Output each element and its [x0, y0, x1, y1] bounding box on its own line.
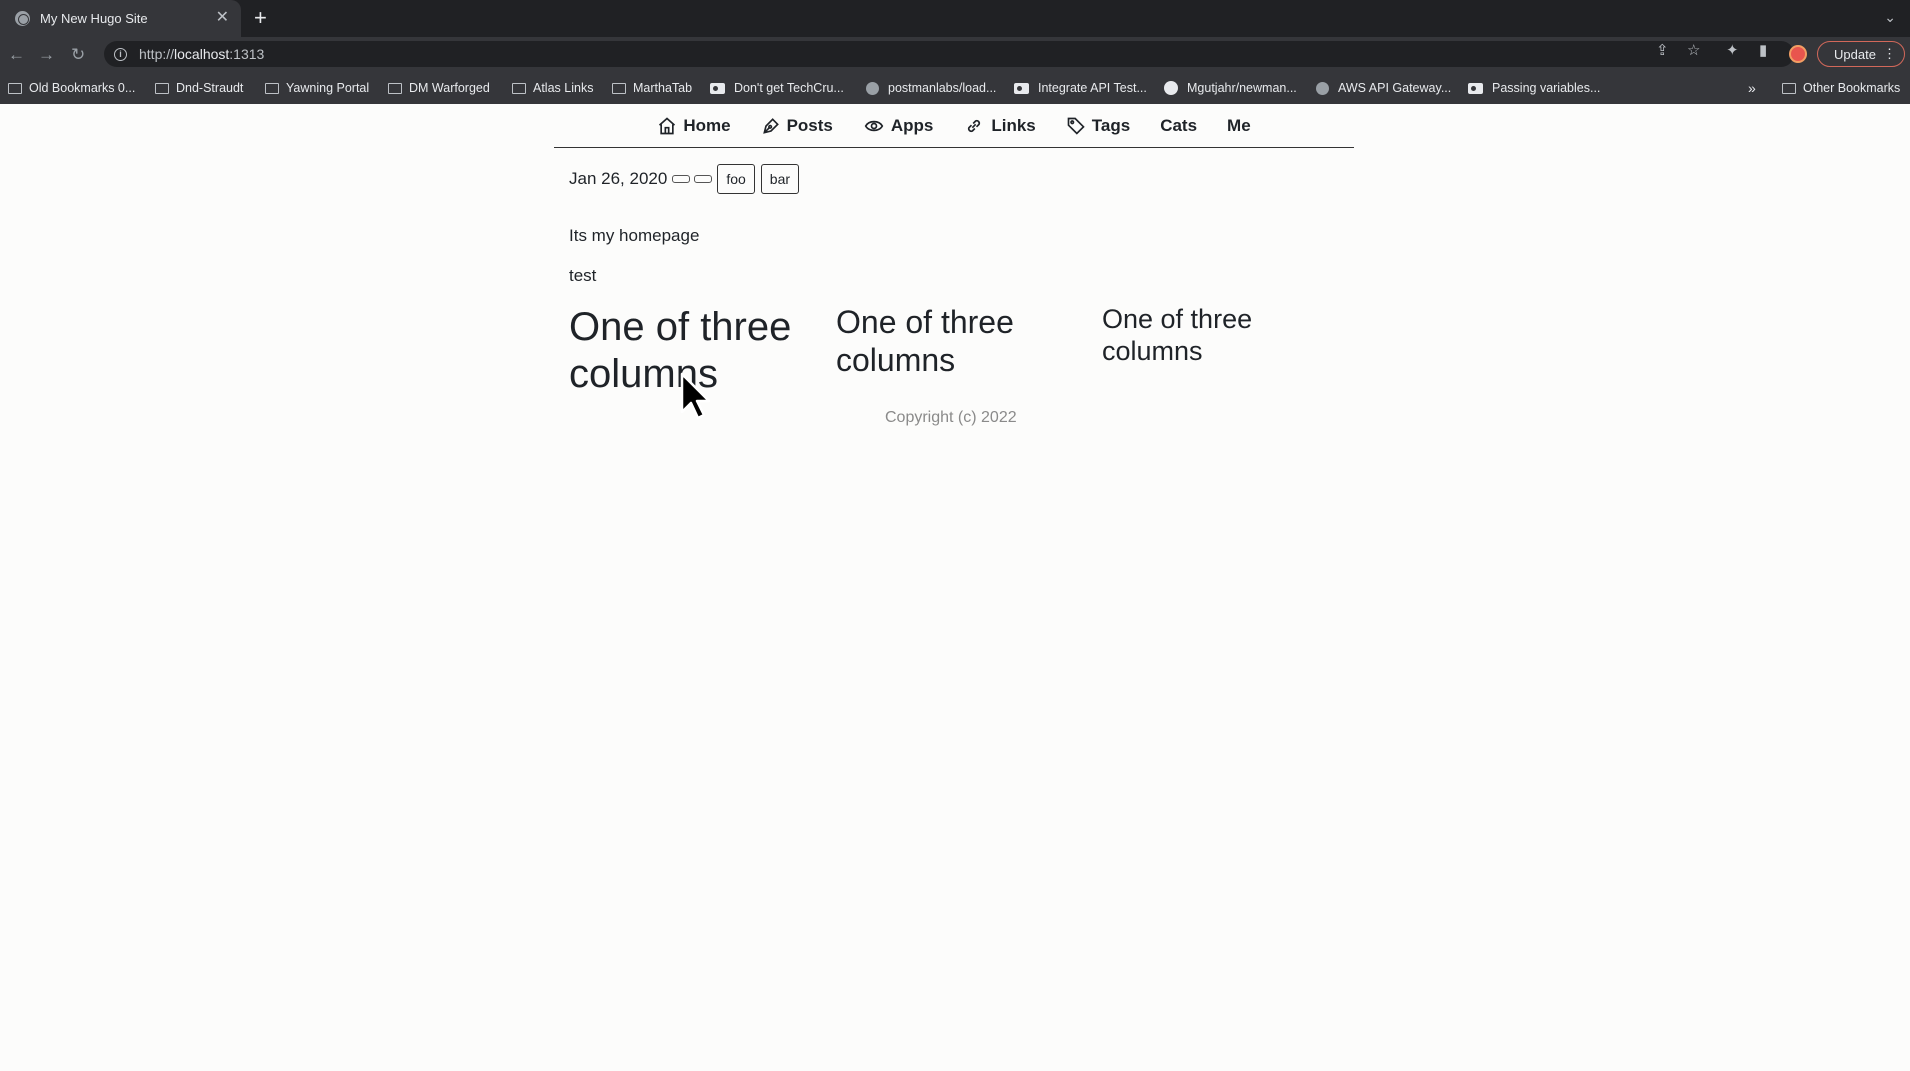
pen-icon — [761, 116, 787, 136]
new-tab-button[interactable]: + — [254, 6, 267, 30]
extensions-icon[interactable]: ✦ — [1726, 41, 1739, 61]
empty-tag[interactable] — [672, 175, 691, 183]
bookmark-item[interactable]: postmanlabs/load... — [866, 81, 996, 95]
url-text: http://localhost:1313 — [139, 46, 265, 62]
bookmark-label: Yawning Portal — [286, 81, 370, 95]
folder-icon — [1782, 82, 1796, 94]
bookmark-label: Integrate API Test... — [1038, 81, 1147, 95]
browser-tab[interactable]: My New Hugo Site ✕ — [0, 0, 241, 37]
eye-icon — [863, 116, 891, 136]
post-meta: Jan 26, 2020 foo bar — [569, 164, 804, 194]
tag-foo[interactable]: foo — [717, 164, 755, 194]
update-button[interactable]: Update ⋮ — [1817, 41, 1905, 67]
globe-icon — [1316, 81, 1329, 95]
nav-home[interactable]: Home — [657, 115, 731, 136]
folder-icon — [265, 82, 279, 94]
globe-icon — [15, 11, 30, 26]
mouse-cursor-icon — [680, 372, 710, 420]
intro-text: Its my homepage — [569, 226, 700, 245]
info-icon[interactable]: i — [114, 47, 127, 61]
browser-tab-bar: My New Hugo Site ✕ + ⌄ — [0, 0, 1910, 37]
globe-icon — [866, 81, 879, 95]
share-icon[interactable]: ⇪ — [1656, 41, 1669, 61]
nav-label: Links — [991, 115, 1036, 135]
bookmark-label: postmanlabs/load... — [888, 81, 997, 95]
other-bookmarks[interactable]: Other Bookmarks — [1782, 81, 1900, 95]
github-icon — [1164, 81, 1178, 95]
nav-tags[interactable]: Tags — [1066, 116, 1130, 136]
bookmark-label: AWS API Gateway... — [1338, 81, 1452, 95]
bookmarks-bar: Old Bookmarks 0... Dnd-Straudt Yawning Por… — [0, 74, 1910, 104]
column-heading-2: One of three columns — [836, 304, 1014, 378]
bookmark-label: MarthaTab — [633, 81, 693, 95]
back-icon[interactable]: ← — [8, 45, 25, 65]
bookmark-item[interactable]: Mgutjahr/newman... — [1164, 81, 1297, 95]
bookmark-item[interactable]: Passing variables... — [1468, 81, 1600, 95]
bookmark-item[interactable]: Don't get TechCru... — [710, 81, 844, 95]
bookmark-label: Mgutjahr/newman... — [1187, 81, 1297, 95]
bookmark-item[interactable]: MarthaTab — [612, 81, 692, 95]
nav-me[interactable]: Me — [1227, 116, 1251, 136]
column-heading-3: One of three columns — [1102, 304, 1253, 366]
nav-apps[interactable]: Apps — [863, 115, 934, 136]
more-bookmarks-icon[interactable]: » — [1748, 80, 1756, 96]
page-content: Home Posts Apps Links Tags Cats Me Jan 26, 202… — [0, 104, 1910, 1071]
bookmark-label: Passing variables... — [1492, 81, 1601, 95]
link-icon — [963, 116, 991, 136]
sidepanel-icon[interactable]: ▮ — [1759, 41, 1767, 61]
bookmark-item[interactable]: Yawning Portal — [265, 81, 369, 95]
nav-posts[interactable]: Posts — [761, 116, 833, 136]
nav-label: Tags — [1091, 115, 1131, 135]
bookmark-label: Atlas Links — [533, 81, 594, 95]
bookmark-item[interactable]: AWS API Gateway... — [1316, 81, 1451, 95]
bookmark-item[interactable]: Integrate API Test... — [1014, 81, 1147, 95]
reload-icon[interactable]: ↻ — [71, 45, 85, 65]
tag-icon — [1066, 116, 1092, 136]
bookmark-item[interactable]: Old Bookmarks 0... — [8, 81, 135, 95]
home-icon — [657, 116, 683, 136]
folder-icon — [612, 82, 626, 94]
folder-icon — [388, 82, 402, 94]
nav-links[interactable]: Links — [963, 115, 1036, 136]
site-nav: Home Posts Apps Links Tags Cats Me — [554, 104, 1354, 148]
folder-icon — [8, 82, 22, 94]
bookmark-item[interactable]: Dnd-Straudt — [155, 81, 243, 95]
post-date: Jan 26, 2020 — [569, 169, 668, 188]
address-bar[interactable]: i http://localhost:1313 — [104, 41, 1794, 67]
avatar[interactable] — [1789, 45, 1807, 63]
medium-icon — [710, 82, 725, 94]
bookmark-label: Old Bookmarks 0... — [29, 81, 136, 95]
bookmark-label: DM Warforged — [409, 81, 490, 95]
bookmark-item[interactable]: Atlas Links — [512, 81, 593, 95]
nav-label: Posts — [786, 115, 833, 135]
medium-icon — [1468, 82, 1483, 94]
nav-label: Cats — [1160, 115, 1198, 135]
bookmark-label: Don't get TechCru... — [734, 81, 844, 95]
nav-label: Me — [1227, 115, 1251, 135]
tab-title: My New Hugo Site — [40, 11, 148, 26]
nav-label: Home — [683, 115, 731, 135]
more-icon: ⋮ — [1883, 46, 1896, 61]
nav-cats[interactable]: Cats — [1160, 116, 1197, 136]
bookmark-item[interactable]: DM Warforged — [388, 81, 490, 95]
forward-icon[interactable]: → — [38, 45, 55, 65]
bookmark-label: Other Bookmarks — [1803, 81, 1901, 95]
folder-icon — [155, 82, 169, 94]
tag-bar[interactable]: bar — [760, 164, 800, 194]
bookmark-label: Dnd-Straudt — [176, 81, 244, 95]
star-icon[interactable]: ☆ — [1687, 41, 1700, 61]
empty-tag[interactable] — [694, 175, 713, 183]
footer-copyright: Copyright (c) 2022 — [885, 409, 1017, 426]
folder-icon — [512, 82, 526, 94]
chevron-down-icon[interactable]: ⌄ — [1884, 9, 1896, 26]
test-text: test — [569, 266, 597, 285]
close-icon[interactable]: ✕ — [216, 9, 229, 27]
medium-icon — [1014, 82, 1029, 94]
nav-label: Apps — [890, 115, 934, 135]
